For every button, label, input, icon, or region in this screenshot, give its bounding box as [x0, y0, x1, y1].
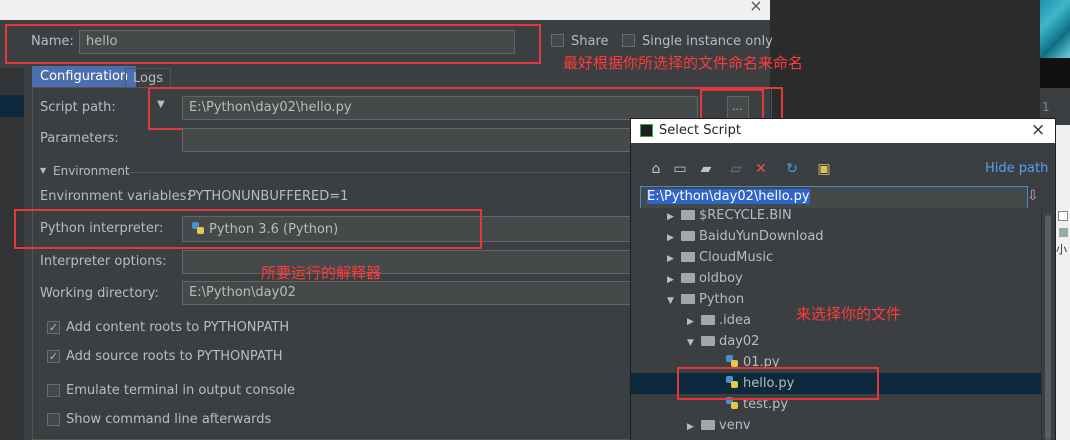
file-tree: ▶ $RECYCLE.BIN ▶ BaiduYunDownload ▶ CloudMu… — [631, 208, 1041, 440]
parameters-field[interactable] — [182, 128, 632, 152]
folder-icon — [681, 210, 695, 220]
expand-arrow-icon[interactable]: ▶ — [667, 249, 679, 270]
tree-item-label: venv — [719, 418, 751, 433]
background-editor — [770, 0, 1070, 125]
background-icon — [1059, 228, 1068, 237]
window-titlebar — [0, 0, 770, 20]
tree-item[interactable]: ▶ venv — [687, 415, 751, 436]
single-instance-checkbox[interactable] — [622, 34, 635, 47]
emulate-terminal-label: Emulate terminal in output console — [66, 383, 296, 398]
folder-icon — [681, 273, 695, 283]
desktop-icon[interactable]: ▭ — [671, 160, 689, 178]
show-command-line-label: Show command line afterwards — [66, 412, 272, 427]
window-close-icon[interactable]: × — [748, 0, 764, 14]
background-checkbox — [1058, 211, 1068, 221]
select-script-path-value: E:\Python\day02\hello.py — [647, 189, 810, 204]
folder-icon — [681, 252, 695, 262]
share-label: Share — [571, 34, 609, 49]
background-fragment-right: 小 — [1056, 243, 1067, 256]
folder-icon — [701, 315, 715, 325]
background-image — [1040, 0, 1070, 58]
interpreter-highlight-box — [14, 209, 482, 249]
delete-icon[interactable]: ✕ — [752, 160, 770, 178]
tree-item-label: CloudMusic — [699, 250, 774, 265]
file-tree-scrollbar-thumb[interactable] — [1045, 215, 1051, 440]
select-script-title: Select Script — [659, 123, 741, 138]
config-tabs: Configuration Logs — [32, 66, 770, 88]
interpreter-options-field[interactable] — [182, 250, 632, 274]
left-sidebar-selection[interactable] — [0, 95, 24, 117]
hello-file-highlight-box — [677, 367, 879, 400]
folder-icon — [701, 336, 715, 346]
file-annotation: 来选择你的文件 — [796, 305, 902, 323]
tree-item-label: $RECYCLE.BIN — [699, 208, 792, 223]
folder-icon — [681, 231, 695, 241]
tree-item-label: .idea — [719, 313, 751, 328]
select-script-close-icon[interactable]: × — [1031, 120, 1045, 140]
working-dir-field[interactable]: E:\Python\day02 — [182, 281, 632, 305]
background-window: 小 — [1056, 125, 1070, 440]
environment-collapse-icon[interactable]: ▼ — [40, 166, 46, 175]
source-roots-label: Add source roots to PYTHONPATH — [66, 349, 283, 364]
folder-icon — [681, 294, 695, 304]
tree-item[interactable]: ▶ BaiduYunDownload — [667, 226, 824, 247]
working-dir-label: Working directory: — [40, 286, 159, 301]
tree-item-label: BaiduYunDownload — [699, 229, 824, 244]
environment-label: Environment — [53, 164, 130, 178]
tree-item-label: oldboy — [699, 271, 743, 286]
show-hidden-icon[interactable]: ▣ — [815, 160, 833, 178]
show-command-line-checkbox[interactable] — [47, 413, 60, 426]
select-script-titlebar: Select Script × — [631, 119, 1055, 143]
tree-item[interactable]: ▶ $RECYCLE.BIN — [667, 205, 792, 226]
refresh-icon[interactable]: ↻ — [783, 160, 801, 178]
name-highlight-box — [5, 24, 541, 64]
single-instance-label: Single instance only — [642, 34, 773, 49]
hide-path-link[interactable]: Hide path — [985, 161, 1048, 176]
share-checkbox[interactable] — [551, 34, 564, 47]
interpreter-options-label: Interpreter options: — [40, 254, 167, 269]
tree-item[interactable]: ▼ day02 — [687, 331, 759, 352]
tree-item[interactable]: ▼ Python — [667, 289, 744, 310]
left-sidebar — [0, 68, 24, 440]
tab-logs[interactable]: Logs — [125, 68, 171, 88]
collapse-arrow-icon[interactable]: ▼ — [687, 333, 699, 354]
expand-arrow-icon[interactable]: ▶ — [687, 417, 699, 438]
tree-item-label: Python — [699, 292, 745, 307]
background-fragment-text: 1 — [1042, 100, 1050, 114]
parameters-label: Parameters: — [40, 131, 119, 146]
expand-arrow-icon[interactable]: ▶ — [667, 228, 679, 249]
env-vars-label: Environment variables: — [40, 189, 191, 204]
background-strip — [1040, 58, 1070, 88]
path-history-icon[interactable]: ⇩ — [1027, 188, 1041, 206]
screen: × 1 小 Name: hello Share Single instance … — [0, 0, 1070, 440]
pycharm-logo-icon — [640, 124, 653, 137]
tree-item[interactable]: ▶ .idea — [687, 310, 751, 331]
tree-item[interactable]: ▶ oldboy — [667, 268, 743, 289]
new-folder-icon[interactable]: ▱ — [727, 160, 745, 178]
source-roots-checkbox[interactable]: ✓ — [47, 350, 60, 363]
script-path-label: Script path: — [40, 100, 116, 115]
expand-arrow-icon[interactable]: ▶ — [667, 207, 679, 228]
python-file-icon — [725, 354, 739, 368]
emulate-terminal-checkbox[interactable] — [47, 384, 60, 397]
select-script-toolbar: ⌂ ▭ ▰ ▱ ✕ ↻ ▣ Hide path — [631, 155, 1055, 183]
environment-separator — [127, 172, 632, 173]
content-roots-label: Add content roots to PYTHONPATH — [66, 320, 290, 335]
tree-item[interactable]: ▶ CloudMusic — [667, 247, 773, 268]
home-icon[interactable]: ⌂ — [647, 160, 665, 178]
env-vars-value[interactable]: PYTHONUNBUFFERED=1 — [188, 189, 348, 204]
folder-icon — [701, 420, 715, 430]
expand-arrow-icon[interactable]: ▶ — [687, 312, 699, 333]
collapse-arrow-icon[interactable]: ▼ — [667, 291, 679, 312]
interpreter-annotation: 所要运行的解释器 — [261, 264, 382, 282]
content-roots-checkbox[interactable]: ✓ — [47, 321, 60, 334]
expand-arrow-icon[interactable]: ▶ — [667, 270, 679, 291]
tab-configuration[interactable]: Configuration — [32, 66, 137, 88]
tree-item-label: day02 — [719, 334, 760, 349]
project-folder-icon[interactable]: ▰ — [697, 160, 715, 178]
